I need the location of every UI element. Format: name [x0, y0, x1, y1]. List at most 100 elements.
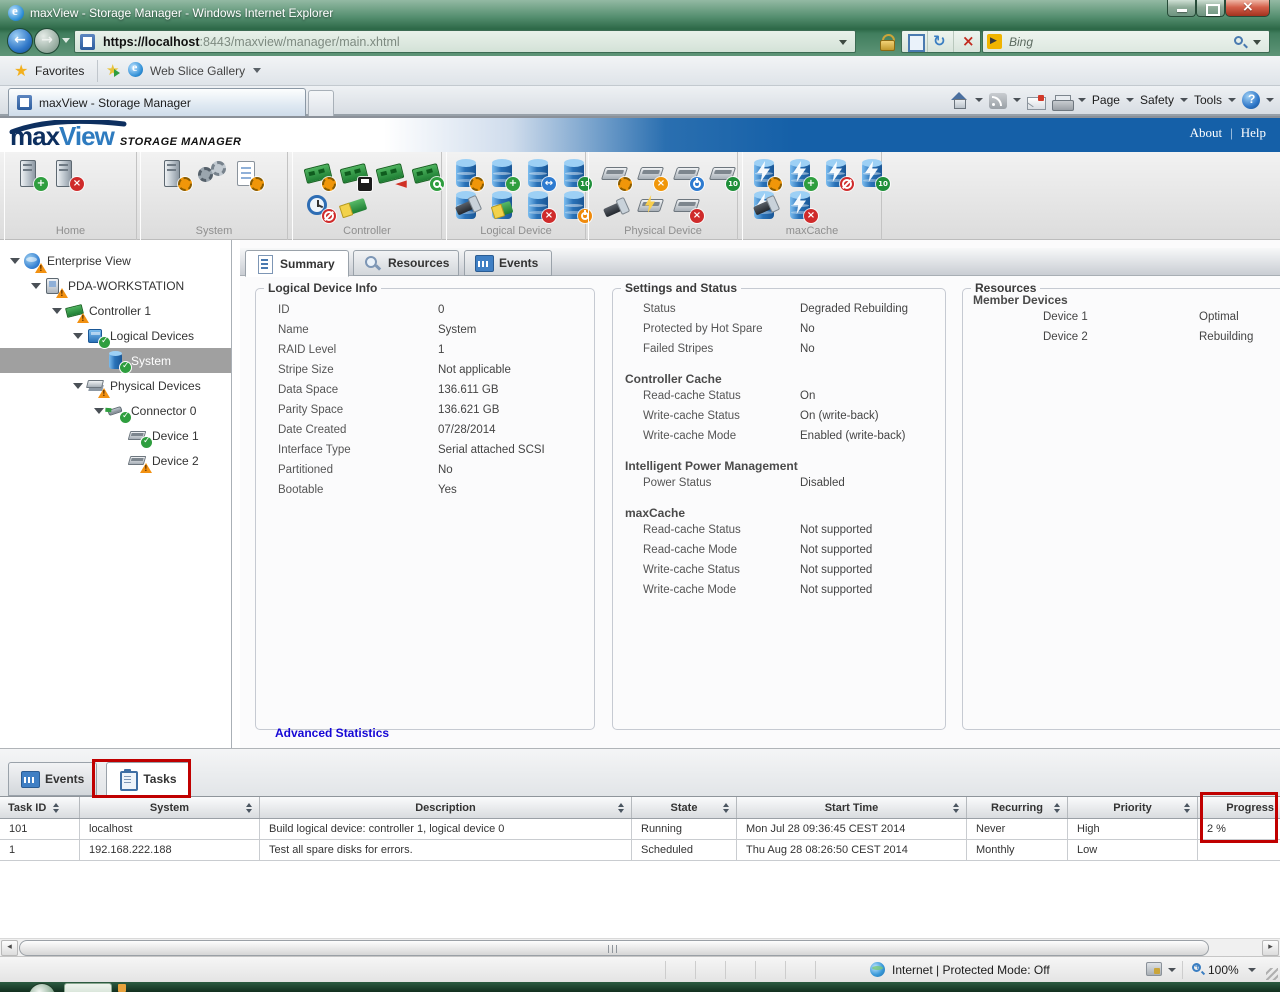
task-row[interactable]: 1 192.168.222.188 Test all spare disks f…	[0, 840, 1280, 861]
sort-icon[interactable]	[1054, 803, 1060, 813]
rss-caret-icon[interactable]	[1013, 98, 1021, 102]
tree-item-device-2[interactable]: Device 2	[0, 448, 231, 473]
logical-power-icon[interactable]	[560, 191, 590, 221]
resize-grip-icon[interactable]	[1266, 968, 1278, 980]
page-menu[interactable]: Page	[1092, 93, 1120, 107]
read-mail-icon[interactable]	[1027, 97, 1046, 110]
physical-initialize-icon[interactable]	[636, 191, 666, 221]
tab-resources[interactable]: Resources	[353, 250, 459, 276]
tree-item-pda-workstation[interactable]: PDA-WORKSTATION	[0, 273, 231, 298]
column-header-description[interactable]: Description	[260, 797, 632, 818]
zoom-magnifier-icon[interactable]	[1192, 963, 1201, 972]
maxcache-verify-icon[interactable]	[858, 159, 888, 189]
column-header-state[interactable]: State	[632, 797, 737, 818]
controller-settings-icon[interactable]	[304, 159, 334, 189]
sort-icon[interactable]	[53, 803, 59, 813]
gears-preferences-icon[interactable]	[196, 159, 226, 189]
rss-feed-icon[interactable]	[989, 93, 1007, 109]
logical-delete-icon[interactable]	[524, 191, 554, 221]
start-orb-icon[interactable]	[28, 983, 56, 992]
maxcache-disable-icon[interactable]	[822, 159, 852, 189]
tab-tasks[interactable]: Tasks	[106, 762, 189, 796]
tools-menu[interactable]: Tools	[1194, 93, 1222, 107]
column-header-system[interactable]: System	[80, 797, 260, 818]
forward-button[interactable]	[34, 28, 60, 54]
print-caret-icon[interactable]	[1078, 98, 1086, 102]
help-link[interactable]: Help	[1241, 125, 1266, 140]
physical-verify-icon[interactable]	[708, 159, 738, 189]
address-bar[interactable]: https://localhost:8443/maxview/manager/m…	[74, 30, 856, 53]
physical-settings-icon[interactable]	[600, 159, 630, 189]
address-dropdown-caret-icon[interactable]	[839, 40, 847, 45]
physical-power-icon[interactable]	[672, 159, 702, 189]
maxcache-add-icon[interactable]	[786, 159, 816, 189]
collapse-caret-icon[interactable]	[31, 281, 41, 291]
logical-locate-icon[interactable]	[452, 191, 482, 221]
tree-item-connector-0[interactable]: Connector 0	[0, 398, 231, 423]
column-header-priority[interactable]: Priority	[1068, 797, 1198, 818]
maximize-button[interactable]	[1196, 0, 1225, 17]
tree-item-enterprise-view[interactable]: Enterprise View	[0, 248, 231, 273]
safety-caret-icon[interactable]	[1180, 98, 1188, 102]
logical-add-icon[interactable]	[488, 159, 518, 189]
tree-item-logical-devices[interactable]: Logical Devices	[0, 323, 231, 348]
physical-delete-icon[interactable]	[672, 191, 702, 221]
system-add-icon[interactable]	[16, 159, 46, 189]
browser-tab[interactable]: maxView - Storage Manager	[8, 88, 306, 116]
tools-caret-icon[interactable]	[1228, 98, 1236, 102]
sort-icon[interactable]	[723, 803, 729, 813]
maxcache-locate-icon[interactable]	[750, 191, 780, 221]
physical-locate-icon[interactable]	[600, 191, 630, 221]
physical-tools-icon[interactable]	[636, 159, 666, 189]
logical-migrate-icon[interactable]	[524, 159, 554, 189]
tab-events[interactable]: Events	[464, 250, 552, 276]
zoom-caret-icon[interactable]	[1248, 968, 1256, 972]
sort-icon[interactable]	[618, 803, 624, 813]
advanced-statistics-link[interactable]: Advanced Statistics	[275, 726, 389, 740]
home-caret-icon[interactable]	[975, 98, 983, 102]
maxcache-settings-icon[interactable]	[750, 159, 780, 189]
sort-icon[interactable]	[246, 803, 252, 813]
web-slice-caret-icon[interactable]	[253, 68, 261, 73]
search-dropdown-caret-icon[interactable]	[1253, 40, 1261, 45]
security-lock-icon[interactable]	[880, 34, 893, 49]
zone-caret-icon[interactable]	[1168, 968, 1176, 972]
collapse-caret-icon[interactable]	[73, 381, 83, 391]
scroll-left-arrow-icon[interactable]	[1, 940, 18, 956]
controller-erase-icon[interactable]	[340, 191, 370, 221]
home-icon[interactable]	[949, 91, 969, 109]
about-link[interactable]: About	[1190, 125, 1223, 140]
safety-menu[interactable]: Safety	[1140, 93, 1174, 107]
stop-button[interactable]	[954, 31, 980, 52]
controller-save-icon[interactable]	[340, 159, 370, 189]
tab-summary[interactable]: Summary	[245, 250, 349, 277]
column-header-progress[interactable]: Progress	[1198, 797, 1280, 818]
maxcache-delete-icon[interactable]	[786, 191, 816, 221]
close-button[interactable]	[1225, 0, 1270, 17]
help-icon[interactable]	[1242, 91, 1260, 109]
favorites-star-icon[interactable]	[14, 61, 28, 80]
controller-scan-icon[interactable]	[412, 159, 442, 189]
task-row[interactable]: 101 localhost Build logical device: cont…	[0, 819, 1280, 840]
report-delete-icon[interactable]	[232, 159, 262, 189]
taskbar-app-button[interactable]	[64, 983, 112, 992]
collapse-caret-icon[interactable]	[10, 256, 20, 266]
zoom-level[interactable]: 100%	[1208, 963, 1239, 977]
tree-item-physical-devices[interactable]: Physical Devices	[0, 373, 231, 398]
system-settings-icon[interactable]	[160, 159, 190, 189]
sort-icon[interactable]	[1184, 803, 1190, 813]
logical-settings-icon[interactable]	[452, 159, 482, 189]
system-delete-icon[interactable]	[52, 159, 82, 189]
scrollbar-thumb[interactable]	[19, 940, 1209, 956]
alarm-silence-icon[interactable]	[304, 191, 334, 221]
horizontal-scrollbar[interactable]	[0, 938, 1280, 956]
web-slice-icon[interactable]	[128, 62, 143, 77]
scroll-right-arrow-icon[interactable]	[1262, 940, 1279, 956]
tree-item-device-1[interactable]: Device 1	[0, 423, 231, 448]
refresh-button[interactable]	[928, 31, 954, 52]
search-box[interactable]: Bing	[982, 30, 1270, 53]
taskbar-tray-icon[interactable]	[118, 984, 126, 992]
print-icon[interactable]	[1052, 95, 1072, 110]
search-icon[interactable]	[1234, 36, 1243, 45]
titlebar[interactable]: maxView - Storage Manager - Windows Inte…	[0, 0, 1280, 28]
